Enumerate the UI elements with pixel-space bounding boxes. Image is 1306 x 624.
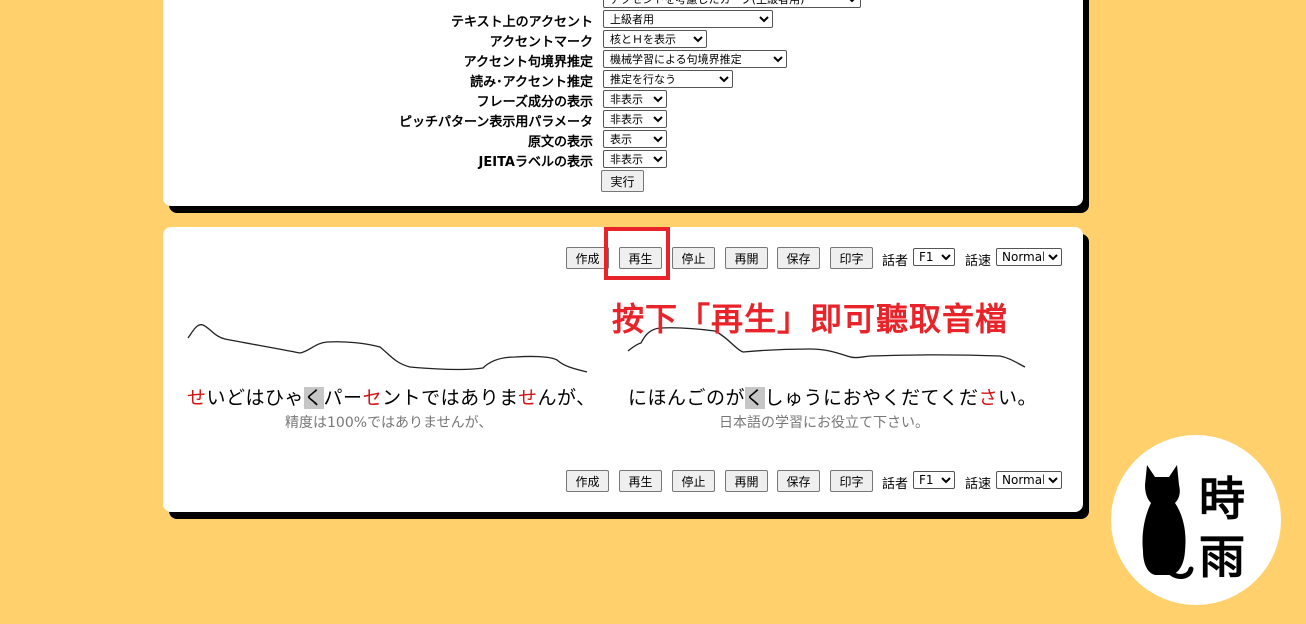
- phrase-segment: セ: [362, 387, 383, 409]
- speaker-select[interactable]: F1: [913, 248, 955, 266]
- settings-row: ピッチパターン表示用パラメータ 非表示: [163, 110, 1083, 130]
- speed-label: 話速: [965, 477, 992, 492]
- resume-button[interactable]: 再開: [725, 247, 768, 269]
- settings-row-select[interactable]: 推定を行なう: [603, 70, 733, 88]
- settings-row-label: アクセントマーク: [489, 35, 593, 50]
- settings-row: 原文の表示 表示: [163, 130, 1083, 150]
- settings-row-label: テキスト上のアクセント: [451, 15, 593, 30]
- speed-select[interactable]: Normal: [996, 471, 1062, 489]
- phrase-segment: く: [304, 387, 324, 409]
- settings-row-label: 読み･アクセント推定: [470, 75, 593, 90]
- print-button[interactable]: 印字: [830, 247, 873, 269]
- annotation-text: 按下「再生」即可聽取音檔: [612, 300, 1009, 338]
- phrase-segment: ントではあり: [382, 387, 500, 409]
- settings-row-select[interactable]: アクセントを考慮したカーブ(上級者用): [603, 0, 861, 8]
- phrase-segment: ま: [499, 387, 519, 409]
- settings-row-label: ピッチパターン表示用パラメータ: [399, 115, 593, 130]
- settings-row-label: 原文の表示: [527, 135, 593, 150]
- phrase-segment: んが、: [537, 387, 596, 409]
- phrase-segment: パー: [323, 387, 363, 409]
- settings-row: フレーズ成分の表示 非表示: [163, 90, 1083, 110]
- create-button[interactable]: 作成: [566, 470, 609, 492]
- settings-row-label: フレーズ成分の表示: [476, 95, 593, 110]
- phrase-segment: しゅうにおやくだてくだ: [764, 387, 979, 409]
- phrase-segment: く: [745, 387, 765, 409]
- print-button[interactable]: 印字: [830, 470, 873, 492]
- settings-row: JEITAラベルの表示 非表示: [163, 150, 1083, 170]
- save-button[interactable]: 保存: [777, 247, 820, 269]
- settings-row: アクセントを考慮したカーブ(上級者用): [163, 0, 1083, 10]
- settings-row-select[interactable]: 非表示: [603, 90, 667, 108]
- stop-button[interactable]: 停止: [672, 470, 715, 492]
- save-button[interactable]: 保存: [777, 470, 820, 492]
- phrase-segment: にほんごのが: [628, 387, 746, 409]
- play-button-highlight: [604, 227, 670, 280]
- cat-silhouette-icon: [1142, 465, 1194, 579]
- logo-char-2: 雨: [1199, 530, 1245, 584]
- brand-logo: 時 雨: [1111, 435, 1281, 605]
- create-button[interactable]: 作成: [566, 247, 609, 269]
- settings-row-select[interactable]: 機械学習による句境界推定: [603, 50, 787, 68]
- phrase-2-text: にほんごのがくしゅうにおやくだてください。: [628, 383, 1037, 410]
- logo-char-1: 時: [1199, 472, 1245, 526]
- phrase-segment: いどはひゃ: [206, 387, 305, 409]
- phrase-segment: さ: [978, 387, 998, 409]
- settings-row: アクセントマーク 核とＨを表示: [163, 30, 1083, 50]
- settings-row-select[interactable]: 非表示: [603, 110, 667, 128]
- phrase-segment: せ: [518, 387, 538, 409]
- phrase-1-translation: 精度は100%ではありませんが、: [285, 415, 493, 431]
- playback-toolbar-bottom: 作成 再生 停止 再開 保存 印字 話者 F1 話速 Normal: [163, 470, 1083, 494]
- speed-select[interactable]: Normal: [996, 248, 1062, 266]
- settings-row-label: JEITAラベルの表示: [478, 155, 593, 170]
- phrase-segment: い。: [997, 387, 1037, 409]
- settings-row-select[interactable]: 非表示: [603, 150, 667, 168]
- settings-row: テキスト上のアクセント 上級者用: [163, 10, 1083, 30]
- settings-row: 読み･アクセント推定 推定を行なう: [163, 70, 1083, 90]
- speed-label: 話速: [965, 254, 992, 269]
- settings-panel: アクセントを考慮したカーブ(上級者用) テキスト上のアクセント 上級者用 アクセントマ…: [163, 0, 1083, 206]
- settings-row-select[interactable]: 表示: [603, 130, 667, 148]
- stop-button[interactable]: 停止: [672, 247, 715, 269]
- speaker-label: 話者: [882, 254, 909, 269]
- execute-button[interactable]: 実行: [601, 170, 644, 192]
- phrase-2-translation: 日本語の学習にお役立て下さい。: [719, 415, 929, 431]
- play-button[interactable]: 再生: [619, 470, 662, 492]
- settings-row: アクセント句境界推定 機械学習による句境界推定: [163, 50, 1083, 70]
- phrase-segment: せ: [187, 387, 207, 409]
- settings-row-label: アクセント句境界推定: [463, 55, 593, 70]
- resume-button[interactable]: 再開: [725, 470, 768, 492]
- speaker-label: 話者: [882, 477, 909, 492]
- speaker-select[interactable]: F1: [913, 471, 955, 489]
- settings-row-select[interactable]: 核とＨを表示: [603, 30, 707, 48]
- pitch-curve-1: [187, 324, 588, 373]
- phrase-1-text: せいどはひゃくパーセントではありませんが、: [187, 383, 596, 410]
- settings-row-select[interactable]: 上級者用: [603, 10, 773, 28]
